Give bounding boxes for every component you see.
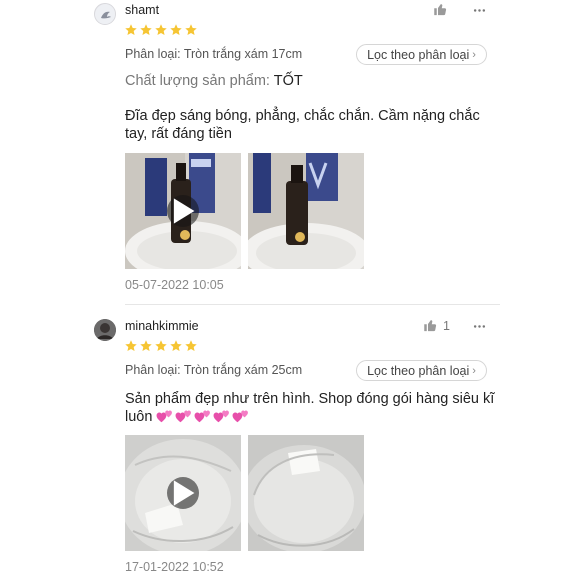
two-hearts-emoji [194,408,212,424]
star-icon [124,23,138,37]
like-count: 1 [443,318,450,333]
like-button[interactable]: 1 [423,318,450,333]
variation-label: Phân loại: Tròn trắng xám 17cm [125,47,303,61]
divider [125,304,500,305]
play-icon[interactable] [167,477,199,509]
chevron-right-icon: › [472,364,476,377]
filter-by-variation-button[interactable]: Lọc theo phân loại › [356,44,487,65]
star-icon [169,23,183,37]
two-hearts-emoji [213,408,231,424]
star-icon [154,339,168,353]
username: shamt [125,3,160,17]
variation-label: Phân loại: Tròn trắng xám 25cm [125,363,303,377]
emoji-row [156,409,251,425]
more-options-button[interactable] [472,3,486,17]
two-hearts-emoji [232,408,250,424]
more-options-button[interactable] [472,319,486,333]
star-icon [169,339,183,353]
star-icon [139,339,153,353]
filter-label: Lọc theo phân loại [367,363,470,378]
filter-label: Lọc theo phân loại [367,47,470,62]
star-rating [124,339,198,353]
review-video-thumbnail[interactable] [125,153,241,269]
star-icon [184,339,198,353]
review-comment: Sản phẩm đẹp như trên hình. Shop đóng gó… [125,390,505,426]
star-icon [139,23,153,37]
thumbs-up-icon [423,318,438,333]
star-icon [184,23,198,37]
star-icon [154,23,168,37]
quality-value: TỐT [273,73,303,89]
two-hearts-emoji [175,408,193,424]
quality-label: Chất lượng sản phẩm: [125,73,270,89]
review-video-thumbnail[interactable] [125,435,241,551]
review-date: 17-01-2022 10:52 [125,560,224,574]
more-dots-icon [473,320,486,333]
like-button[interactable] [433,2,453,17]
review-date: 05-07-2022 10:05 [125,278,224,292]
two-hearts-emoji [156,408,174,424]
review-comment: Đĩa đẹp sáng bóng, phẳng, chắc chắn. Cầm… [125,108,480,142]
star-rating [124,23,198,37]
quality-attribute: Chất lượng sản phẩm: TỐT [125,73,303,89]
more-dots-icon [473,4,486,17]
filter-by-variation-button[interactable]: Lọc theo phân loại › [356,360,487,381]
avatar[interactable] [94,319,116,341]
star-icon [124,339,138,353]
review-image-thumbnail[interactable] [248,435,364,551]
thumbs-up-icon [433,2,448,17]
chevron-right-icon: › [472,48,476,61]
avatar[interactable] [94,3,116,25]
play-icon[interactable] [167,195,199,227]
username: minahkimmie [125,319,199,333]
review-image-thumbnail[interactable] [248,153,364,269]
